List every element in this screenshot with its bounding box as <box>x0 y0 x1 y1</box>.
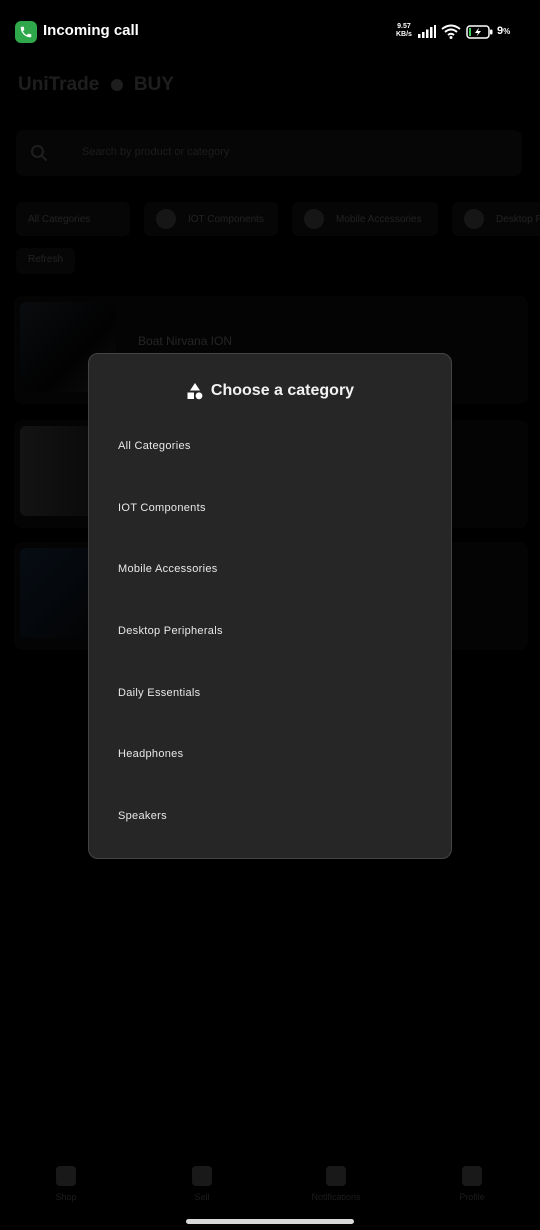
category-daily-essentials[interactable]: Daily Essentials <box>118 687 200 699</box>
category-headphones[interactable]: Headphones <box>118 748 183 760</box>
home-indicator[interactable] <box>186 1219 354 1224</box>
category-iot-components[interactable]: IOT Components <box>118 502 206 514</box>
category-speakers[interactable]: Speakers <box>118 810 167 822</box>
category-dialog: Choose a category All Categories IOT Com… <box>88 353 452 859</box>
dialog-header: Choose a category <box>89 380 451 402</box>
category-mobile-accessories[interactable]: Mobile Accessories <box>118 563 218 575</box>
category-desktop-peripherals[interactable]: Desktop Peripherals <box>118 625 223 637</box>
category-all[interactable]: All Categories <box>118 440 191 452</box>
dialog-title: Choose a category <box>210 382 355 399</box>
category-shapes-icon <box>187 383 203 400</box>
